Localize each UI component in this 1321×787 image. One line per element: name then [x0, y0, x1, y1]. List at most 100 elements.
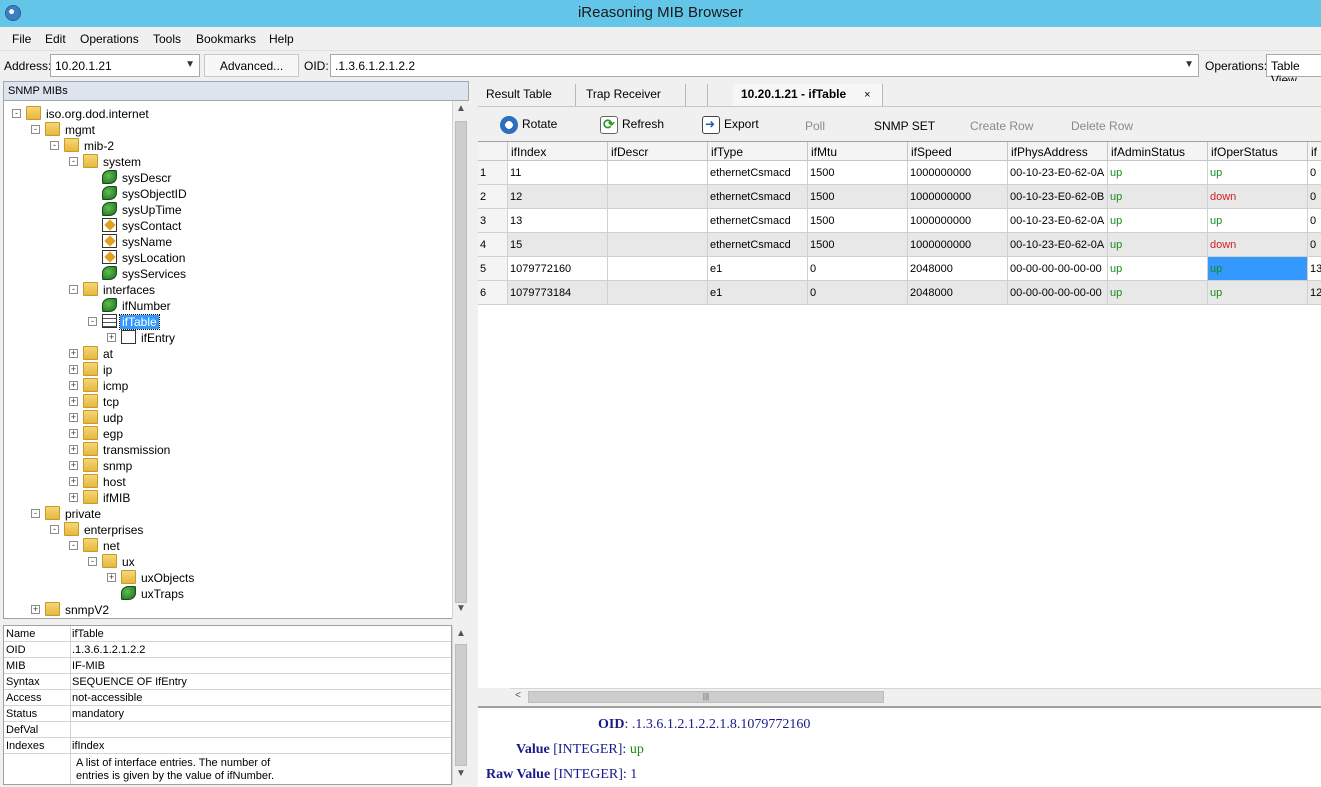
table-cell[interactable]	[608, 257, 708, 281]
table-cell[interactable]: 13	[1308, 257, 1321, 281]
table-cell[interactable]: down	[1208, 185, 1308, 209]
tree-node[interactable]: - ifTable	[4, 314, 444, 330]
tree-node[interactable]: + ip	[4, 362, 444, 378]
expand-icon[interactable]: +	[69, 349, 78, 358]
table-cell[interactable]: up	[1208, 161, 1308, 185]
chevron-down-icon[interactable]: ▼	[185, 59, 195, 70]
tree-node[interactable]: - mgmt	[4, 122, 444, 138]
table-cell[interactable]: 00-00-00-00-00-00	[1008, 281, 1108, 305]
table-cell[interactable]: 11	[508, 161, 608, 185]
column-header[interactable]: if	[1308, 142, 1321, 161]
delete-row-button[interactable]: Delete Row	[1071, 119, 1133, 133]
tree-node[interactable]: sysObjectID	[4, 186, 444, 202]
tree-node[interactable]: + snmp	[4, 458, 444, 474]
table-cell[interactable]: 0	[1308, 161, 1321, 185]
table-cell[interactable]: 00-00-00-00-00-00	[1008, 257, 1108, 281]
collapse-icon[interactable]: -	[31, 125, 40, 134]
table-cell[interactable]: up	[1108, 209, 1208, 233]
table-cell[interactable]: ethernetCsmacd	[708, 233, 808, 257]
grid-horizontal-scrollbar[interactable]: < |||	[510, 688, 1321, 704]
table-cell[interactable]: ethernetCsmacd	[708, 185, 808, 209]
tree-node[interactable]: sysDescr	[4, 170, 444, 186]
table-cell[interactable]: 1000000000	[908, 185, 1008, 209]
tree-node[interactable]: - mib-2	[4, 138, 444, 154]
properties-scroll-thumb[interactable]	[455, 644, 467, 766]
export-button[interactable]: Export	[702, 116, 759, 134]
tree-scroll-thumb[interactable]	[455, 121, 467, 603]
collapse-icon[interactable]: -	[31, 509, 40, 518]
row-number[interactable]: 1	[478, 161, 508, 185]
expand-icon[interactable]: +	[69, 445, 78, 454]
properties-scrollbar[interactable]: ▲ ▼	[452, 626, 469, 784]
table-cell[interactable]: up	[1208, 209, 1308, 233]
tree-node[interactable]: - interfaces	[4, 282, 444, 298]
table-cell[interactable]	[608, 233, 708, 257]
expand-icon[interactable]: +	[69, 477, 78, 486]
table-cell[interactable]: up	[1208, 257, 1308, 281]
tree-node[interactable]: + egp	[4, 426, 444, 442]
grid-scroll-thumb[interactable]: |||	[528, 691, 884, 703]
scroll-down-icon[interactable]: ▼	[453, 768, 469, 784]
table-cell[interactable]: 0	[1308, 233, 1321, 257]
expand-icon[interactable]: +	[107, 573, 116, 582]
table-cell[interactable]: 0	[808, 257, 908, 281]
tree-node[interactable]: - net	[4, 538, 444, 554]
create-row-button[interactable]: Create Row	[970, 119, 1033, 133]
advanced-button[interactable]: Advanced...	[204, 54, 299, 77]
expand-icon[interactable]: +	[31, 605, 40, 614]
table-cell[interactable]: down	[1208, 233, 1308, 257]
tree-node[interactable]: ifNumber	[4, 298, 444, 314]
tab-iftable[interactable]: 10.20.1.21 - ifTable ×	[733, 84, 883, 106]
tree-node[interactable]: + tcp	[4, 394, 444, 410]
column-header[interactable]: ifDescr	[608, 142, 708, 161]
column-header[interactable]: ifAdminStatus	[1108, 142, 1208, 161]
tree-node[interactable]: + at	[4, 346, 444, 362]
tree-node[interactable]: sysLocation	[4, 250, 444, 266]
table-cell[interactable]: 0	[1308, 185, 1321, 209]
table-cell[interactable]: 1079773184	[508, 281, 608, 305]
table-cell[interactable]: up	[1108, 185, 1208, 209]
table-cell[interactable]: 0	[808, 281, 908, 305]
rotate-button[interactable]: Rotate	[500, 116, 557, 134]
tree-node[interactable]: - ux	[4, 554, 444, 570]
table-cell[interactable]	[608, 281, 708, 305]
row-number[interactable]: 4	[478, 233, 508, 257]
table-cell[interactable]: 13	[508, 209, 608, 233]
table-cell[interactable]: 1500	[808, 209, 908, 233]
table-cell[interactable]: 1000000000	[908, 161, 1008, 185]
scroll-down-icon[interactable]: ▼	[453, 603, 469, 619]
table-cell[interactable]: 1500	[808, 233, 908, 257]
table-cell[interactable]: 00-10-23-E0-62-0A	[1008, 209, 1108, 233]
menu-help[interactable]: Help	[269, 32, 294, 46]
collapse-icon[interactable]: -	[69, 157, 78, 166]
table-cell[interactable]: up	[1108, 257, 1208, 281]
column-header[interactable]: ifType	[708, 142, 808, 161]
table-cell[interactable]: up	[1208, 281, 1308, 305]
tab-trap-receiver[interactable]: Trap Receiver	[578, 84, 686, 106]
row-number[interactable]: 6	[478, 281, 508, 305]
table-cell[interactable]: ethernetCsmacd	[708, 161, 808, 185]
table-cell[interactable]: 00-10-23-E0-62-0A	[1008, 233, 1108, 257]
expand-icon[interactable]: +	[69, 397, 78, 406]
scroll-up-icon[interactable]: ▲	[453, 628, 469, 644]
table-cell[interactable]	[608, 209, 708, 233]
table-cell[interactable]: up	[1108, 281, 1208, 305]
table-cell[interactable]: 00-10-23-E0-62-0A	[1008, 161, 1108, 185]
scroll-left-icon[interactable]: <	[510, 690, 526, 701]
table-cell[interactable]: 1500	[808, 161, 908, 185]
tree-node[interactable]: + snmpV2	[4, 602, 444, 618]
tree-node[interactable]: + udp	[4, 410, 444, 426]
expand-icon[interactable]: +	[69, 461, 78, 470]
collapse-icon[interactable]: -	[50, 525, 59, 534]
expand-icon[interactable]: +	[69, 365, 78, 374]
tree-node[interactable]: sysName	[4, 234, 444, 250]
table-cell[interactable]: up	[1108, 161, 1208, 185]
expand-icon[interactable]: +	[107, 333, 116, 342]
refresh-button[interactable]: Refresh	[600, 116, 664, 134]
row-number[interactable]: 5	[478, 257, 508, 281]
table-cell[interactable]: 1000000000	[908, 233, 1008, 257]
tree-node[interactable]: - private	[4, 506, 444, 522]
tree-node[interactable]: - enterprises	[4, 522, 444, 538]
tree-node[interactable]: + transmission	[4, 442, 444, 458]
column-header[interactable]: ifOperStatus	[1208, 142, 1308, 161]
